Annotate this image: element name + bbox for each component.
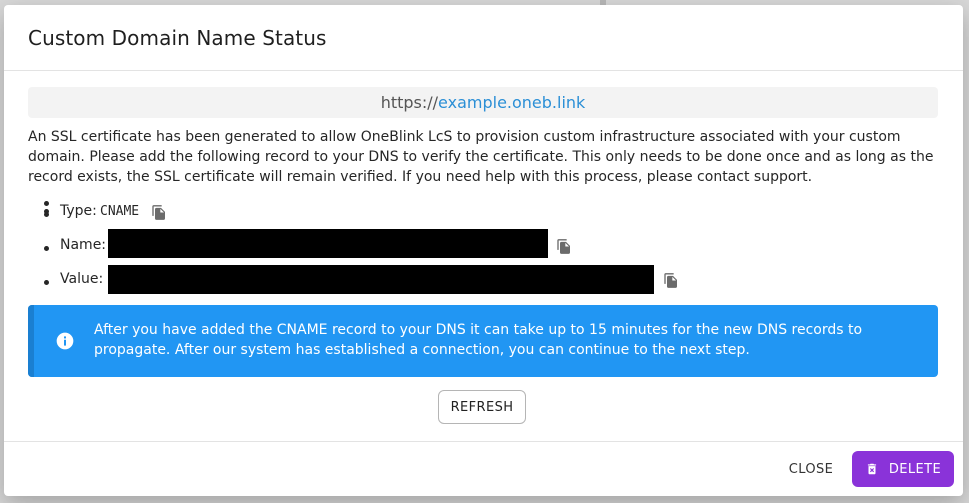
delete-icon <box>867 463 876 475</box>
refresh-button[interactable]: REFRESH <box>438 390 526 424</box>
ssl-description: An SSL certificate has been generated to… <box>28 129 934 185</box>
copy-value-icon[interactable] <box>663 272 679 289</box>
record-value-redacted <box>108 265 654 294</box>
record-name-label: Name: <box>60 237 107 253</box>
url-prefix: https:// <box>380 93 439 112</box>
record-type-label: Type: <box>60 203 97 219</box>
close-button[interactable]: CLOSE <box>778 457 844 481</box>
record-type-value: CNAME <box>100 204 140 219</box>
dialog-title: Custom Domain Name Status <box>28 26 327 50</box>
bullet <box>44 280 49 285</box>
alert-message: After you have added the CNAME record to… <box>94 322 863 358</box>
record-name-value-redacted <box>108 229 548 258</box>
custom-domain-dialog: Custom Domain Name Status https://exampl… <box>4 5 963 496</box>
info-icon <box>56 332 74 350</box>
copy-name-icon[interactable] <box>556 238 572 255</box>
alert-accent-bar <box>28 305 34 377</box>
bullet <box>44 246 49 251</box>
delete-button[interactable]: DELETE <box>852 451 954 487</box>
delete-label: DELETE <box>888 461 942 477</box>
info-alert: After you have added the CNAME record to… <box>28 305 938 377</box>
footer-divider <box>4 441 963 442</box>
header-divider <box>4 70 963 71</box>
copy-type-icon[interactable] <box>151 204 167 221</box>
domain-url-box: https://example.oneb.link <box>28 87 938 118</box>
domain-link[interactable]: example.oneb.link <box>438 93 585 112</box>
bullet <box>44 212 49 217</box>
record-value-label: Value: <box>60 271 104 287</box>
